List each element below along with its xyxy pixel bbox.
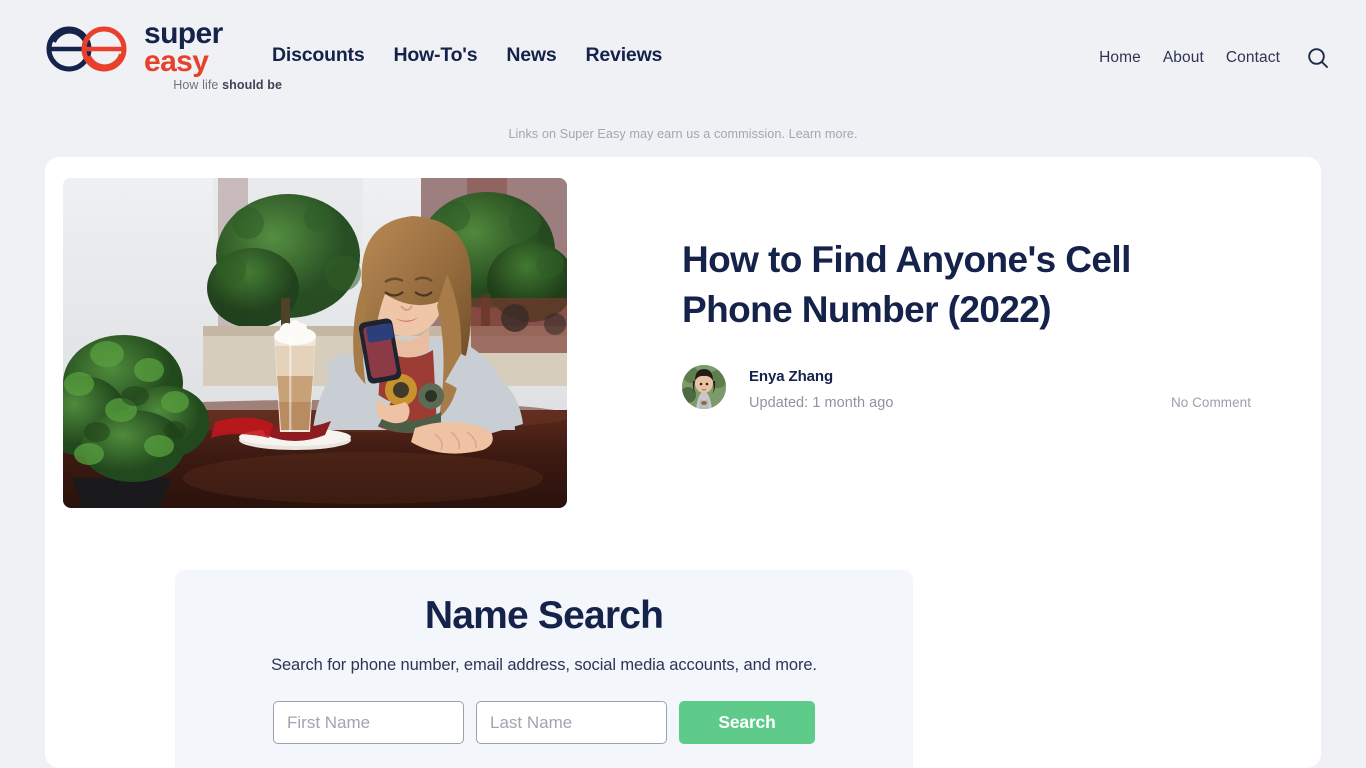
logo-word-super: super — [144, 17, 223, 50]
author-avatar[interactable] — [682, 365, 726, 409]
site-header: super easy How life should be Discounts … — [0, 0, 1366, 141]
affiliate-disclaimer[interactable]: Links on Super Easy may earn us a commis… — [0, 127, 1366, 141]
article-title: How to Find Anyone's Cell Phone Number (… — [682, 239, 1131, 330]
name-search-title: Name Search — [424, 594, 664, 637]
nav-item-reviews[interactable]: Reviews — [586, 44, 663, 67]
logo-word-easy: easy — [144, 44, 209, 78]
primary-navigation: Discounts How-To's News Reviews — [272, 44, 662, 67]
nav-item-contact[interactable]: Contact — [1226, 49, 1280, 67]
logo-tagline-bold: should be — [222, 78, 282, 92]
logo-tagline: How life should be — [122, 78, 282, 92]
logo-tagline-light: How life — [173, 78, 223, 92]
name-search-form: Search — [175, 701, 913, 744]
author-name[interactable]: Enya Zhang — [749, 368, 833, 385]
article-updated-date: Updated: 1 month ago — [749, 395, 894, 411]
nav-item-home[interactable]: Home — [1099, 49, 1141, 67]
article-hero-image — [63, 178, 567, 508]
last-name-input[interactable] — [476, 701, 667, 744]
article-card: How to Find Anyone's Cell Phone Number (… — [45, 157, 1321, 768]
search-submit-button[interactable]: Search — [679, 701, 815, 744]
name-search-subtitle: Search for phone number, email address, … — [271, 656, 817, 674]
double-e-circles-logo-icon — [44, 26, 138, 72]
comment-count[interactable]: No Comment — [1171, 395, 1251, 410]
utility-navigation: Home About Contact — [1099, 46, 1330, 70]
article-byline: Enya Zhang Updated: 1 month ago No Comme… — [682, 365, 1262, 413]
nav-item-about[interactable]: About — [1163, 49, 1204, 67]
nav-item-how-tos[interactable]: How-To's — [393, 44, 477, 67]
name-search-widget: Name Search Search for phone number, ema… — [175, 570, 913, 768]
nav-item-news[interactable]: News — [506, 44, 556, 67]
site-logo[interactable]: super easy How life should be — [40, 17, 282, 100]
nav-item-discounts[interactable]: Discounts — [272, 44, 365, 67]
logo-wordmark: super easy — [144, 17, 223, 78]
first-name-input[interactable] — [273, 701, 464, 744]
search-icon[interactable] — [1306, 46, 1330, 70]
